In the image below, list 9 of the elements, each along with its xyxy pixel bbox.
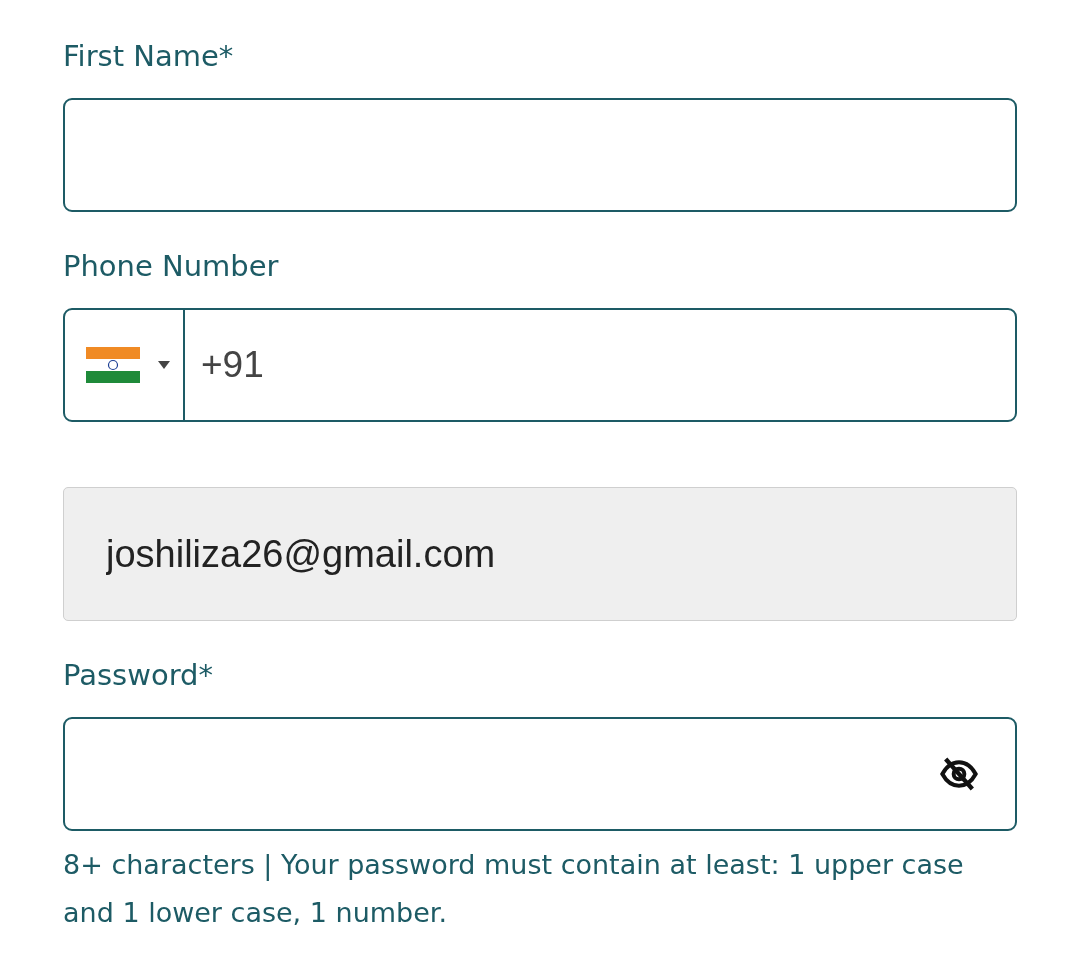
field-label: Phone Number	[63, 248, 280, 285]
flag-icon[interactable]	[86, 347, 140, 383]
password-field[interactable]	[63, 717, 1017, 831]
first-name-field[interactable]	[63, 98, 1017, 212]
field-label: Password*	[63, 657, 214, 694]
phone-field[interactable]: +91	[63, 308, 1017, 422]
field-label: First Name*	[63, 38, 235, 75]
password-hint: 8+ characters | Your password must contain at least: 1 upper case and 1 lower case, 1 number.	[63, 848, 965, 930]
caret-icon[interactable]	[158, 361, 170, 369]
